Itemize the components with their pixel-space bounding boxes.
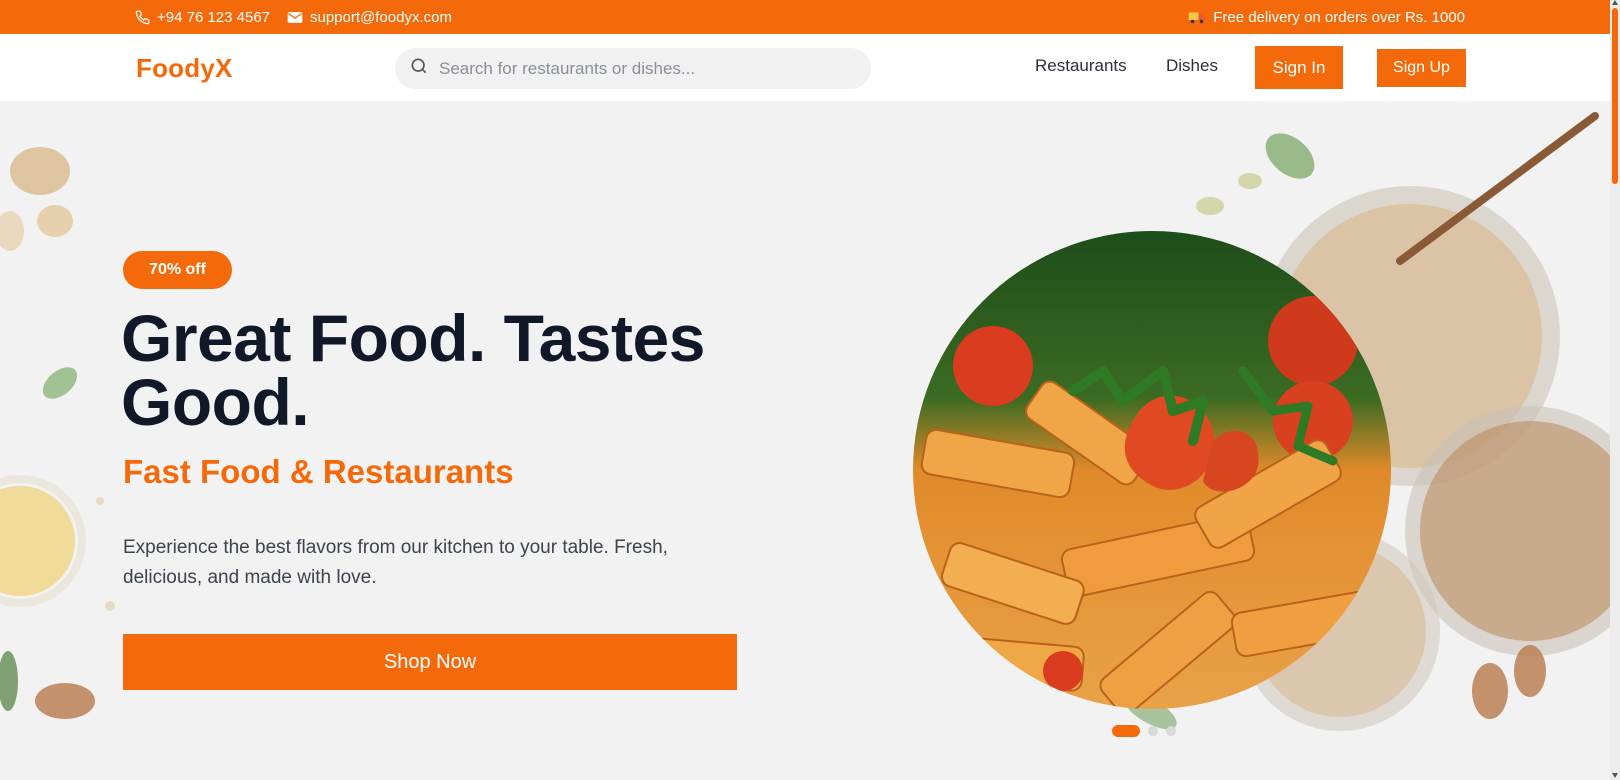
scrollbar-thumb[interactable] [1612,8,1618,184]
carousel-dot-2[interactable] [1148,726,1158,736]
search-icon [409,56,429,81]
scroll-up-arrow-icon[interactable] [1612,0,1618,5]
carousel-indicators [1112,725,1176,737]
carousel-dot-3[interactable] [1166,726,1176,736]
shop-now-button[interactable]: Shop Now [123,634,737,690]
sign-up-button[interactable]: Sign Up [1377,49,1466,87]
sign-in-button[interactable]: Sign In [1255,46,1343,89]
phone-contact[interactable]: +94 76 123 4567 [135,0,270,34]
nav-link-restaurants[interactable]: Restaurants [1035,56,1127,76]
hero-subheadline: Fast Food & Restaurants [123,453,514,490]
email-contact[interactable]: support@foodyx.com [287,0,452,34]
main-navbar: FoodyX Restaurants Dishes Sign In Sign U… [0,34,1610,101]
phone-icon [135,10,150,25]
hero-headline: Great Food. Tastes Good. [121,301,705,439]
nav-link-dishes[interactable]: Dishes [1166,56,1218,76]
pasta-dish-image [913,231,1391,709]
hero-description: Experience the best flavors from our kit… [123,537,668,588]
phone-number: +94 76 123 4567 [157,8,271,26]
hero-section: 70% off Great Food. Tastes Good. Fast Fo… [0,101,1610,780]
email-address: support@foodyx.com [310,8,452,26]
top-info-bar: +94 76 123 4567 support@foodyx.com Free … [0,0,1620,34]
carousel-dot-1[interactable] [1112,725,1140,737]
scroll-down-arrow-icon[interactable] [1612,773,1618,778]
delivery-text: Free delivery on orders over Rs. 1000 [1213,8,1465,26]
search-input[interactable] [439,58,859,79]
discount-badge: 70% off [123,251,232,289]
truck-icon [1188,10,1206,24]
delivery-notice: Free delivery on orders over Rs. 1000 [1188,0,1465,34]
search-bar[interactable] [395,48,871,89]
brand-logo[interactable]: FoodyX [136,53,233,84]
mail-icon [287,11,303,24]
page-scrollbar[interactable] [1610,0,1620,780]
